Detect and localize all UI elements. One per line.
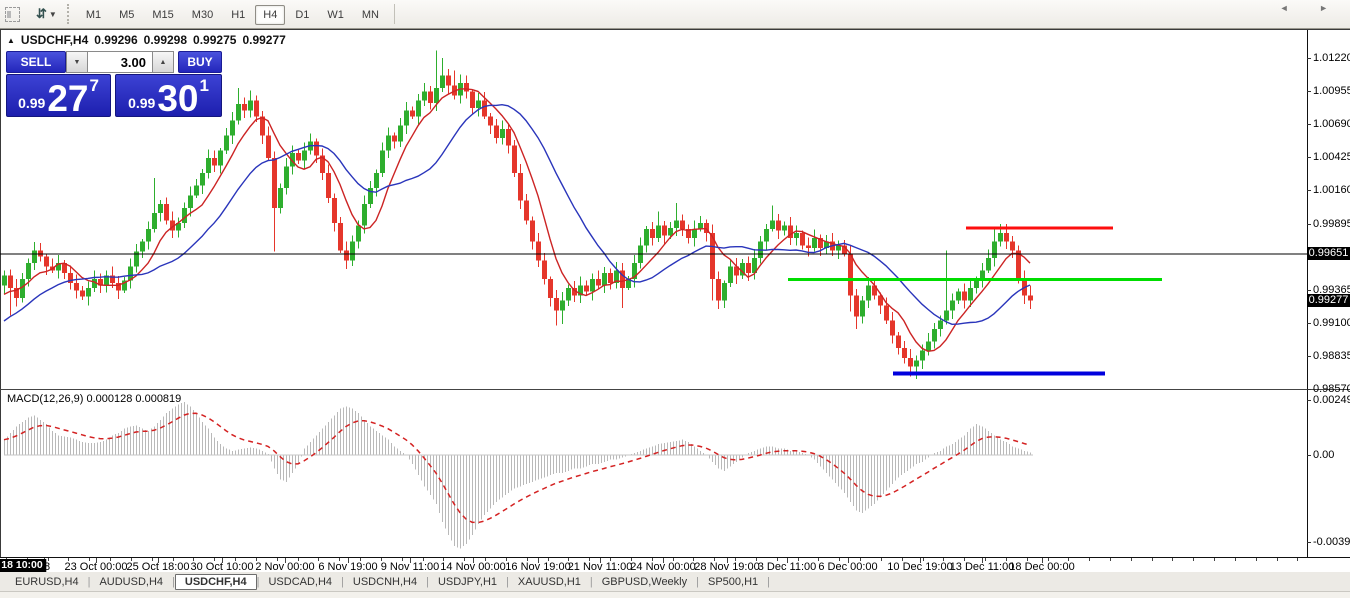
buy-button[interactable]: BUY	[178, 51, 222, 73]
one-click-trade-panel: SELL ▼ 3.00 ▲ BUY 0.99 27 7 0.99 30 1	[6, 51, 222, 117]
price-tick-label: 1.00425	[1313, 151, 1350, 163]
price-level-badge: 0.99277	[1307, 294, 1350, 307]
macd-indicator-label: MACD(12,26,9) 0.000128 0.000819	[7, 393, 181, 405]
price-tick-label: 1.01220	[1313, 52, 1350, 64]
macd-tick-mark	[1307, 455, 1311, 456]
ohlc-close: 0.99277	[242, 33, 285, 47]
chart-shift-icon[interactable]	[5, 7, 20, 22]
sell-button[interactable]: SELL	[6, 51, 66, 73]
price-tick-mark	[1307, 356, 1311, 357]
mt4-window: ⇵ ▼ M1M5M15M30H1H4D1W1MN ▲ USDCHF,H4 0.9…	[0, 0, 1350, 598]
ma-fast-line	[4, 89, 1030, 351]
sell-price-small: 0.99	[18, 95, 45, 111]
sell-price-big: 27	[47, 82, 88, 116]
time-tick-minor	[1110, 558, 1111, 561]
toolbar: ⇵ ▼ M1M5M15M30H1H4D1W1MN	[0, 0, 1350, 29]
time-tick-minor	[1235, 558, 1236, 561]
chart-tab-xauusd-h1[interactable]: XAUUSD,H1	[509, 574, 590, 590]
chart-tab-sp500-h1[interactable]: SP500,H1	[699, 574, 767, 590]
price-tick-mark	[1307, 389, 1311, 390]
ohlc-high: 0.99298	[144, 33, 187, 47]
time-tick-minor	[1089, 558, 1090, 561]
chart-tab-eurusd-h4[interactable]: EURUSD,H4	[6, 574, 88, 590]
buy-price-small: 0.99	[128, 95, 155, 111]
time-tick-minor	[1152, 558, 1153, 561]
chart-window: ▲ USDCHF,H4 0.99296 0.99298 0.99275 0.99…	[0, 29, 1350, 572]
price-tick-mark	[1307, 290, 1311, 291]
price-tick-label: 0.99895	[1313, 218, 1350, 230]
price-tick-mark	[1307, 190, 1311, 191]
timeframe-button-m15[interactable]: M15	[144, 5, 181, 25]
timeframe-button-w1[interactable]: W1	[319, 5, 352, 25]
chart-tab-gbpusd-weekly[interactable]: GBPUSD,Weekly	[593, 574, 696, 590]
macd-tick-mark	[1307, 400, 1311, 401]
price-tick-mark	[1307, 157, 1311, 158]
one-click-trading-icon[interactable]: ⇵	[36, 6, 47, 22]
price-tick-mark	[1307, 91, 1311, 92]
macd-tick-mark	[1307, 542, 1311, 543]
buy-price-big: 30	[157, 82, 198, 116]
timeframe-button-d1[interactable]: D1	[287, 5, 317, 25]
price-tick-mark	[1307, 323, 1311, 324]
time-tick-minor	[1214, 558, 1215, 561]
timeframe-button-h1[interactable]: H1	[223, 5, 253, 25]
timeframe-buttons: M1M5M15M30H1H4D1W1MN	[77, 5, 388, 23]
time-tick-minor	[1172, 558, 1173, 561]
tab-separator: |	[767, 576, 770, 588]
timeframe-button-m1[interactable]: M1	[78, 5, 109, 25]
chart-tab-audusd-h4[interactable]: AUDUSD,H4	[90, 574, 172, 590]
time-tick-minor	[1297, 558, 1298, 561]
collapse-arrow-icon[interactable]: ▲	[7, 36, 15, 45]
ohlc-open: 0.99296	[94, 33, 137, 47]
time-tick-minor	[1277, 558, 1278, 561]
time-tick-minor	[1256, 558, 1257, 561]
time-tick-minor	[881, 558, 882, 561]
chart-tab-usdchf-h4[interactable]: USDCHF,H4	[175, 574, 257, 590]
price-level-badge: 0.99651	[1307, 247, 1350, 260]
chart-tab-usdcad-h4[interactable]: USDCAD,H4	[259, 574, 341, 590]
price-tick-label: 0.99100	[1313, 317, 1350, 329]
price-tick-label: 1.00690	[1313, 118, 1350, 130]
time-tick-minor	[1131, 558, 1132, 561]
chart-tab-usdjpy-h1[interactable]: USDJPY,H1	[429, 574, 506, 590]
sell-price-sup: 7	[89, 76, 98, 96]
price-tick-mark	[1307, 124, 1311, 125]
timeframe-button-h4[interactable]: H4	[255, 5, 285, 25]
macd-tick-label: 0.00	[1313, 449, 1334, 461]
dropdown-caret-icon[interactable]: ▼	[49, 10, 57, 19]
price-tick-label: 1.00955	[1313, 85, 1350, 97]
toolbar-separator	[394, 4, 395, 24]
timeframe-button-mn[interactable]: MN	[354, 5, 387, 25]
price-tick-mark	[1307, 58, 1311, 59]
timeframe-button-m30[interactable]: M30	[184, 5, 221, 25]
symbol-name: USDCHF,H4	[21, 33, 88, 47]
chart-tab-usdcnh-h4[interactable]: USDCNH,H4	[344, 574, 426, 590]
ohlc-low: 0.99275	[193, 33, 236, 47]
tab-scroll-arrows[interactable]: ◄ ►	[1280, 3, 1342, 13]
buy-price-box[interactable]: 0.99 30 1	[115, 74, 222, 117]
time-highlight-badge: 18 10:00	[0, 559, 47, 572]
price-tick-mark	[1307, 224, 1311, 225]
price-tick-label: 1.00160	[1313, 184, 1350, 196]
macd-histogram	[5, 402, 1031, 548]
time-tick-minor	[1193, 558, 1194, 561]
macd-tick-label: -0.003913	[1313, 536, 1350, 548]
symbol-header: ▲ USDCHF,H4 0.99296 0.99298 0.99275 0.99…	[7, 33, 286, 47]
price-tick-label: 0.98835	[1313, 350, 1350, 362]
macd-tick-label: 0.002492	[1313, 394, 1350, 406]
timeframe-button-m5[interactable]: M5	[111, 5, 142, 25]
buy-price-sup: 1	[199, 76, 208, 96]
volume-decrease-button[interactable]: ▼	[66, 51, 88, 73]
volume-increase-button[interactable]: ▲	[152, 51, 174, 73]
bottom-strip	[0, 591, 1350, 598]
sell-price-box[interactable]: 0.99 27 7	[6, 74, 111, 117]
toolbar-grip[interactable]	[67, 4, 69, 24]
volume-input[interactable]: 3.00	[88, 51, 152, 73]
chart-tab-bar: EURUSD,H4|AUDUSD,H4|USDCHF,H4|USDCAD,H4|…	[0, 572, 1350, 591]
